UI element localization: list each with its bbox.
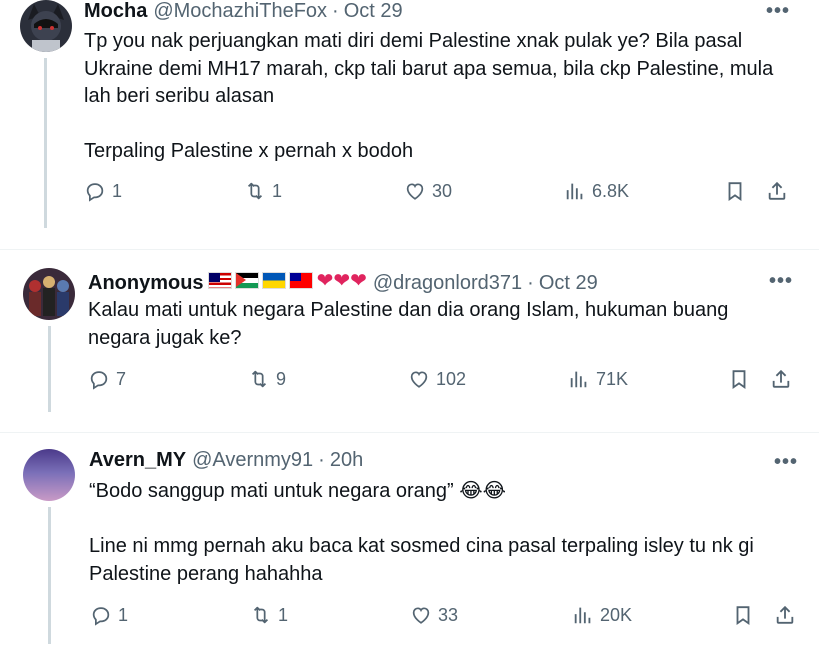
more-options-icon[interactable]: ••• — [766, 0, 790, 23]
heart-emojis: ❤❤❤ — [316, 270, 367, 292]
reply-icon — [88, 368, 110, 390]
repost-button[interactable]: 1 — [250, 604, 288, 626]
share-icon — [774, 604, 796, 626]
action-bar: 1 1 33 20K — [90, 604, 800, 634]
like-button[interactable]: 30 — [404, 180, 452, 202]
tweet-paragraph: Tp you nak perjuangkan mati diri demi Pa… — [84, 30, 774, 107]
view-count: 6.8K — [592, 180, 630, 201]
analytics-icon — [564, 180, 586, 202]
repost-button[interactable]: 1 — [244, 180, 282, 202]
views-button[interactable]: 20K — [572, 604, 632, 626]
flag-emojis: ❤❤❤ — [207, 268, 367, 293]
action-bar: 7 9 102 71K — [88, 368, 798, 398]
tweet-paragraph: “Bodo sanggup mati untuk negara orang” 😂… — [89, 480, 506, 502]
like-count: 30 — [432, 180, 453, 201]
display-name[interactable]: Anonymous — [88, 272, 204, 295]
analytics-icon — [572, 604, 594, 626]
timestamp[interactable]: 20h — [330, 449, 363, 472]
malaysia-flag-icon — [207, 272, 232, 289]
heart-icon — [410, 604, 432, 626]
tweet-paragraph: Line ni mmg pernah aku baca kat sosmed c… — [89, 535, 754, 585]
ukraine-flag-icon — [261, 272, 286, 289]
tweet-header: Avern_MY @Avernmy91 · 20h — [89, 449, 363, 472]
separator: · — [318, 449, 325, 471]
thread-line — [48, 326, 51, 412]
avatar[interactable] — [23, 268, 75, 320]
user-handle[interactable]: @Avernmy91 — [192, 449, 313, 472]
like-button[interactable]: 102 — [408, 368, 466, 390]
bookmark-icon — [724, 180, 746, 202]
tweet-1[interactable]: Mocha @MochazhiTheFox · Oct 29 ••• Tp yo… — [0, 0, 819, 245]
repost-button[interactable]: 9 — [248, 368, 286, 390]
action-bar: 1 1 30 6.8K — [84, 180, 794, 210]
views-button[interactable]: 71K — [568, 368, 628, 390]
repost-count: 9 — [276, 368, 287, 389]
share-icon — [770, 368, 792, 390]
reply-count: 1 — [118, 604, 129, 625]
reply-button[interactable]: 1 — [84, 180, 122, 202]
display-name[interactable]: Mocha — [84, 0, 147, 23]
repost-icon — [250, 604, 272, 626]
tweet-text: “Bodo sanggup mati untuk negara orang” 😂… — [89, 478, 789, 588]
taiwan-flag-icon — [288, 272, 313, 289]
reply-count: 7 — [116, 368, 127, 389]
reply-icon — [84, 180, 106, 202]
repost-count: 1 — [278, 604, 289, 625]
share-icon — [766, 180, 788, 202]
timestamp[interactable]: Oct 29 — [344, 0, 403, 23]
display-name[interactable]: Avern_MY — [89, 449, 186, 472]
like-count: 102 — [436, 368, 467, 389]
tweet-paragraph: Terpaling Palestine x pernah x bodoh — [84, 140, 414, 162]
reply-button[interactable]: 7 — [88, 368, 126, 390]
tweet-2[interactable]: Anonymous ❤❤❤ @dragonlord371 · Oct 29 ••… — [0, 268, 819, 430]
bookmark-button[interactable] — [732, 604, 760, 626]
timestamp[interactable]: Oct 29 — [539, 272, 598, 295]
views-button[interactable]: 6.8K — [564, 180, 629, 202]
bookmark-button[interactable] — [724, 180, 752, 202]
reply-count: 1 — [112, 180, 123, 201]
tweet-text: Kalau mati untuk negara Palestine dan di… — [88, 297, 778, 352]
divider — [0, 249, 819, 250]
analytics-icon — [568, 368, 590, 390]
view-count: 20K — [600, 604, 633, 625]
heart-icon — [404, 180, 426, 202]
like-button[interactable]: 33 — [410, 604, 458, 626]
thread-line — [44, 58, 47, 228]
user-handle[interactable]: @dragonlord371 — [373, 272, 522, 295]
avatar[interactable] — [20, 0, 72, 52]
divider — [0, 432, 819, 433]
more-options-icon[interactable]: ••• — [774, 451, 798, 474]
reply-icon — [90, 604, 112, 626]
tweet-3[interactable]: Avern_MY @Avernmy91 · 20h ••• “Bodo sang… — [0, 449, 819, 654]
thread-line — [48, 507, 51, 644]
tweet-paragraph: Kalau mati untuk negara Palestine dan di… — [88, 299, 729, 349]
tweet-header: Mocha @MochazhiTheFox · Oct 29 — [84, 0, 403, 23]
heart-icon — [408, 368, 430, 390]
like-count: 33 — [438, 604, 459, 625]
share-button[interactable] — [766, 180, 794, 202]
bookmark-button[interactable] — [728, 368, 756, 390]
view-count: 71K — [596, 368, 629, 389]
reply-button[interactable]: 1 — [90, 604, 128, 626]
share-button[interactable] — [774, 604, 802, 626]
tweet-header: Anonymous ❤❤❤ @dragonlord371 · Oct 29 — [88, 268, 598, 295]
tweet-text: Tp you nak perjuangkan mati diri demi Pa… — [84, 28, 784, 166]
avatar[interactable] — [23, 449, 75, 501]
separator: · — [527, 272, 534, 294]
share-button[interactable] — [770, 368, 798, 390]
separator: · — [332, 0, 339, 22]
bookmark-icon — [732, 604, 754, 626]
more-options-icon[interactable]: ••• — [769, 270, 793, 293]
palestine-flag-icon — [234, 272, 259, 289]
bookmark-icon — [728, 368, 750, 390]
user-handle[interactable]: @MochazhiTheFox — [153, 0, 327, 23]
repost-icon — [248, 368, 270, 390]
repost-icon — [244, 180, 266, 202]
repost-count: 1 — [272, 180, 283, 201]
